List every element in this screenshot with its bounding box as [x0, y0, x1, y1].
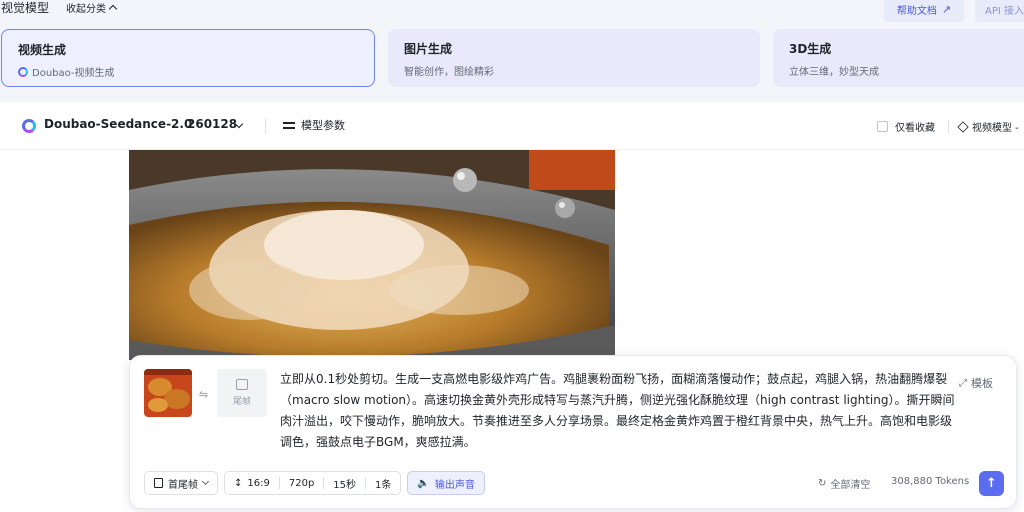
expand-icon: ⤢	[959, 377, 967, 389]
category-subtitle: 立体三维，妙型天成	[789, 67, 879, 78]
collapse-categories-button[interactable]: 收起分类	[66, 0, 118, 15]
divider	[948, 120, 949, 133]
cube-icon	[957, 120, 969, 133]
category-card-image[interactable]: 图片生成 智能创作，图绘精彩	[388, 29, 760, 87]
template-button[interactable]: ⤢ 模板	[959, 375, 993, 391]
category-subtitle-text: Doubao-视频生成	[32, 68, 115, 79]
model-params-button[interactable]: 模型参数	[283, 117, 345, 133]
category-card-3d[interactable]: 3D生成 立体三维，妙型天成	[773, 29, 1024, 87]
page-title: 视觉模型	[1, 1, 50, 15]
send-button[interactable]: ↑	[979, 471, 1004, 496]
doubao-logo-icon	[22, 119, 36, 133]
help-docs-button[interactable]: 帮助文档 ↗	[884, 0, 964, 22]
clear-all-button[interactable]: ↻ 全部清空	[818, 476, 870, 491]
tail-frame-upload[interactable]: 尾帧	[217, 369, 267, 417]
model-selector-name[interactable]: Doubao-Seedance-2.0	[44, 117, 192, 131]
category-title: 图片生成	[404, 42, 453, 56]
prompt-input[interactable]: 立即从0.1秒处剪切。生成一支高燃电影级炸鸡广告。鸡腿裹粉面粉飞扬，面糊滴落慢动…	[280, 369, 960, 453]
duration-value: 15秒	[333, 479, 357, 491]
external-link-icon: ↗	[941, 2, 952, 16]
top-bar: 视觉模型 收起分类 帮助文档 ↗ API 接入	[0, 0, 1024, 22]
count-value: 1条	[375, 479, 392, 491]
video-settings-button[interactable]: ↕ 16:9 720p 15秒 1条	[224, 471, 402, 495]
favorites-only-checkbox[interactable]	[877, 121, 888, 132]
model-version[interactable]: 260128	[187, 117, 237, 131]
resolution-value: 720p	[288, 477, 315, 489]
frame-mode-select[interactable]: 首尾帧	[144, 471, 218, 495]
speaker-icon: 🔈	[417, 477, 430, 489]
api-access-button[interactable]: API 接入	[975, 0, 1024, 22]
chevron-down-icon	[201, 477, 210, 486]
category-subtitle: Doubao-视频生成	[18, 64, 358, 79]
output-sound-toggle[interactable]: 🔈 输出声音	[407, 471, 485, 495]
divider	[265, 119, 266, 133]
divider	[365, 477, 367, 489]
video-model-label: 视频模型 -	[972, 123, 1019, 134]
frame-mode-label: 首尾帧	[168, 479, 198, 491]
template-label: 模板	[971, 377, 993, 390]
image-icon	[236, 379, 248, 390]
model-bar: Doubao-Seedance-2.0 260128 模型参数 仅看收藏 视频模…	[0, 102, 1024, 150]
fried-chicken-thumbnail-image	[144, 369, 192, 417]
category-card-video[interactable]: 视频生成 Doubao-视频生成	[1, 29, 375, 87]
ratio-value: 16:9	[247, 477, 270, 489]
collapse-label: 收起分类	[66, 4, 106, 15]
help-docs-label: 帮助文档	[896, 5, 937, 17]
output-sound-label: 输出声音	[434, 479, 475, 491]
refresh-icon: ↻	[818, 478, 827, 489]
tail-frame-label: 尾帧	[232, 397, 251, 407]
favorites-only-label[interactable]: 仅看收藏	[895, 119, 935, 134]
video-preview[interactable]	[129, 150, 615, 360]
prompt-box: ⇋ 尾帧 立即从0.1秒处剪切。生成一支高燃电影级炸鸡广告。鸡腿裹粉面粉飞扬，面…	[129, 355, 1017, 509]
clear-all-label: 全部清空	[830, 480, 871, 491]
divider	[323, 477, 325, 489]
divider	[278, 477, 280, 489]
frame-icon	[154, 478, 163, 488]
category-subtitle: 智能创作，图绘精彩	[404, 67, 494, 78]
sliders-icon	[283, 120, 295, 130]
swap-icon[interactable]: ⇋	[199, 388, 208, 401]
frying-oil-image	[129, 150, 615, 360]
category-title: 视频生成	[18, 43, 67, 57]
model-params-label: 模型参数	[301, 119, 345, 132]
doubao-logo-icon	[18, 66, 28, 77]
first-frame-thumbnail[interactable]	[144, 369, 192, 417]
video-model-filter[interactable]: 视频模型 -	[957, 119, 1019, 134]
ratio-icon: ↕	[234, 477, 243, 489]
chevron-up-icon	[108, 4, 118, 14]
token-count: 308,880 Tokens	[891, 476, 970, 487]
generation-toolbar: 首尾帧 ↕ 16:9 720p 15秒 1条 🔈 输出声音	[144, 471, 485, 495]
api-access-label: API 接入	[985, 5, 1024, 17]
category-title: 3D生成	[789, 42, 832, 56]
arrow-up-icon: ↑	[986, 476, 997, 491]
